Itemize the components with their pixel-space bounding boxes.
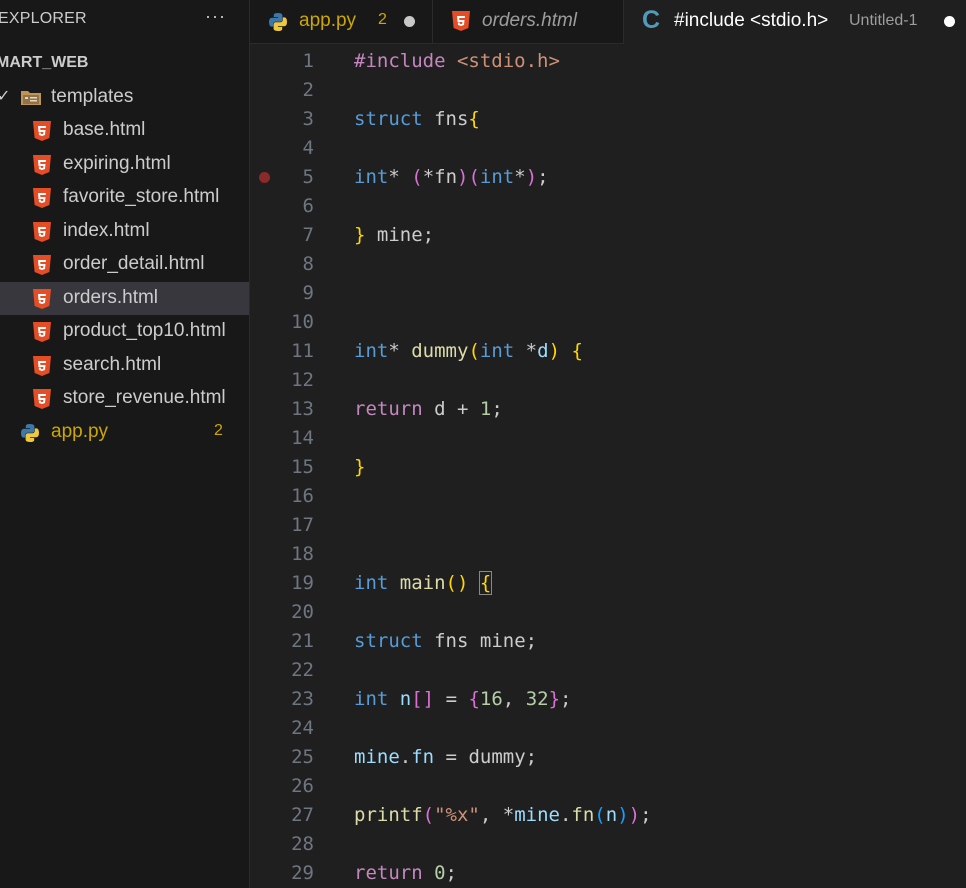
line-number: 14 [291, 427, 314, 449]
file-label: expiring.html [63, 153, 171, 174]
tab-orders-html[interactable]: orders.html [433, 0, 624, 44]
unsaved-dot-icon[interactable] [944, 16, 955, 27]
line-number: 3 [302, 108, 314, 130]
code-line-1: #include <stdio.h> [354, 50, 560, 72]
line-number: 18 [291, 543, 314, 565]
code-line-5: int* (*fn)(int*); [354, 166, 549, 188]
html5-icon [33, 222, 51, 242]
chevron-down-icon: ✓ [0, 88, 11, 105]
line-number: 20 [291, 601, 314, 623]
file-label: app.py [51, 421, 109, 442]
explorer-title: EXPLORER [0, 10, 87, 27]
line-number: 15 [291, 456, 314, 478]
code-line-29: return 0; [354, 862, 457, 884]
tab-label: orders.html [482, 10, 578, 31]
file-item-product-top10-html[interactable]: product_top10.html [0, 315, 249, 348]
c-language-icon: C [642, 6, 661, 34]
file-item-orders-html[interactable]: orders.html [0, 282, 249, 315]
file-item-index-html[interactable]: index.html [0, 215, 249, 248]
file-item-order-detail-html[interactable]: order_detail.html [0, 248, 249, 281]
html5-icon [33, 356, 51, 376]
html5-icon [33, 389, 51, 409]
html5-icon [33, 155, 51, 175]
unsaved-dot-icon[interactable] [404, 16, 415, 27]
line-number: 1 [302, 50, 314, 72]
folder-templates-icon [21, 91, 41, 105]
python-icon [269, 13, 287, 31]
file-item-search-html[interactable]: search.html [0, 349, 249, 382]
line-number: 9 [302, 282, 314, 304]
problems-badge: 2 [378, 11, 387, 28]
code-line-13: return d + 1; [354, 398, 503, 420]
code-line-19: int main() { [354, 571, 493, 595]
line-number: 22 [291, 659, 314, 681]
tab-description: Untitled-1 [849, 12, 918, 29]
folder-label: templates [51, 86, 134, 107]
code-line-23: int n[] = {16, 32}; [354, 688, 572, 710]
code-line-11: int* dummy(int *d) { [354, 340, 583, 362]
file-label: index.html [63, 220, 150, 241]
html5-icon [33, 289, 51, 309]
explorer-sidebar: EXPLORER ··· MART_WEB ✓ templates base.h… [0, 0, 250, 888]
line-number: 26 [291, 775, 314, 797]
file-label: order_detail.html [63, 253, 205, 274]
breakpoint-icon[interactable] [259, 172, 270, 183]
folder-templates[interactable]: ✓ templates [0, 81, 249, 114]
line-number: 29 [291, 862, 314, 884]
tab-label: #include <stdio.h> [674, 10, 829, 31]
project-folder-header[interactable]: MART_WEB [0, 54, 88, 72]
line-number: 21 [291, 630, 314, 652]
file-item-store-revenue-html[interactable]: store_revenue.html [0, 382, 249, 415]
html5-icon [33, 255, 51, 275]
file-label: orders.html [63, 287, 159, 308]
line-number: 2 [302, 79, 314, 101]
problems-badge: 2 [214, 422, 223, 439]
line-number: 17 [291, 514, 314, 536]
file-item-base-html[interactable]: base.html [0, 114, 249, 147]
file-label: product_top10.html [63, 320, 226, 341]
file-item-expiring-html[interactable]: expiring.html [0, 148, 249, 181]
file-label: store_revenue.html [63, 387, 226, 408]
tab-untitled-1[interactable]: C #include <stdio.h> Untitled-1 [624, 0, 966, 44]
line-number: 6 [302, 195, 314, 217]
line-number: 28 [291, 833, 314, 855]
tab-label: app.py [299, 10, 357, 31]
line-number: 7 [302, 224, 314, 246]
line-number: 13 [291, 398, 314, 420]
code-line-7: } mine; [354, 224, 435, 246]
html5-icon [33, 121, 51, 141]
line-number: 16 [291, 485, 314, 507]
file-item-app-py[interactable]: app.py 2 [0, 416, 249, 449]
line-number: 23 [291, 688, 314, 710]
line-number: 25 [291, 746, 314, 768]
code-line-27: printf("%x", *mine.fn(n)); [354, 804, 652, 826]
line-number: 12 [291, 369, 314, 391]
line-number: 11 [291, 340, 314, 362]
html5-icon [33, 322, 51, 342]
code-editor[interactable]: 1 2 3 4 5 6 7 8 9 10 11 12 13 14 15 16 1… [250, 44, 966, 888]
more-actions-button[interactable]: ··· [205, 6, 226, 27]
file-label: favorite_store.html [63, 186, 220, 207]
html5-icon [33, 188, 51, 208]
html5-icon [452, 11, 470, 31]
code-line-25: mine.fn = dummy; [354, 746, 538, 768]
line-number: 19 [291, 572, 314, 594]
line-number: 27 [291, 804, 314, 826]
python-icon [21, 424, 39, 442]
code-line-3: struct fns{ [354, 108, 480, 130]
file-item-favorite-store-html[interactable]: favorite_store.html [0, 181, 249, 214]
file-label: search.html [63, 354, 162, 375]
line-number: 8 [302, 253, 314, 275]
line-number: 10 [291, 311, 314, 333]
editor-tab-bar: app.py 2 orders.html C #include <stdio.h… [250, 0, 966, 44]
tab-app-py[interactable]: app.py 2 [250, 0, 433, 44]
file-label: base.html [63, 119, 146, 140]
line-number: 24 [291, 717, 314, 739]
line-number: 4 [302, 137, 314, 159]
code-line-15: } [354, 456, 366, 478]
code-line-21: struct fns mine; [354, 630, 538, 652]
